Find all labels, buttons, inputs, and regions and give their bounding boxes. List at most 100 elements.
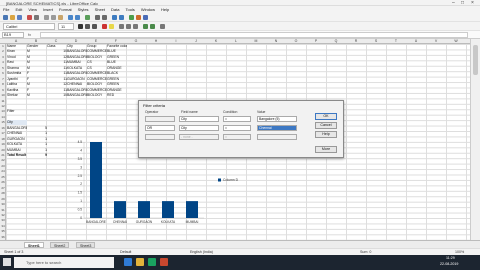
chart-bar — [90, 142, 102, 218]
value-select-1[interactable]: Bangalore (5) — [257, 116, 297, 122]
underline-icon[interactable] — [92, 24, 97, 29]
x-tick-label: CHENNAI — [113, 220, 127, 224]
font-size-select[interactable]: 11 — [58, 23, 74, 30]
dialog-title: Filter criteria — [143, 103, 166, 108]
percent-icon[interactable] — [150, 24, 155, 29]
windows-start-icon[interactable] — [3, 258, 11, 266]
standard-toolbar — [0, 13, 480, 22]
task-view-icon[interactable] — [124, 258, 132, 266]
bold-icon[interactable] — [78, 24, 83, 29]
condition-header: Condition — [223, 110, 238, 114]
column-icon[interactable] — [102, 15, 107, 20]
cancel-button[interactable]: Cancel — [315, 122, 337, 129]
y-tick-label: 4.5 — [78, 140, 83, 144]
menu-window[interactable]: Window — [138, 6, 158, 13]
open-icon[interactable] — [10, 15, 15, 20]
x-tick-label: GURGAON — [136, 220, 153, 224]
name-box[interactable]: B19 — [2, 32, 24, 38]
clock-time: 11:29 — [446, 256, 455, 260]
operator-select-2[interactable]: OR — [145, 125, 175, 131]
autofilter-icon[interactable] — [119, 15, 124, 20]
chart-bar — [186, 201, 198, 218]
menu-tools[interactable]: Tools — [122, 6, 137, 13]
value-select-2[interactable]: Chennai — [257, 125, 297, 131]
formula-input[interactable] — [40, 32, 468, 38]
formatting-toolbar: Calibri 11 — [0, 22, 480, 31]
align-left-icon[interactable] — [119, 24, 124, 29]
operator-header: Operator — [145, 110, 159, 114]
operator-select-1 — [145, 116, 175, 122]
menu-insert[interactable]: Insert — [40, 6, 56, 13]
new-icon[interactable] — [3, 15, 8, 20]
align-center-icon[interactable] — [126, 24, 131, 29]
chart-bar — [138, 201, 150, 218]
operator-select-3 — [145, 134, 175, 140]
vertical-scrollbar[interactable] — [470, 39, 480, 240]
font-name-select[interactable]: Calibri — [3, 23, 55, 30]
condition-select-2[interactable]: = — [223, 125, 251, 131]
menu-help[interactable]: Help — [158, 6, 172, 13]
image-icon[interactable] — [129, 15, 134, 20]
taskbar-search[interactable]: Type here to search — [14, 257, 114, 268]
condition-select-3: = — [223, 134, 251, 140]
menu-view[interactable]: View — [25, 6, 40, 13]
browser-icon[interactable] — [160, 258, 168, 266]
chart-bar — [114, 201, 126, 218]
y-tick-label: 1.5 — [78, 191, 83, 195]
field-select-3: - none - — [179, 134, 219, 140]
sort-icon[interactable] — [112, 15, 117, 20]
y-tick-label: 2.5 — [78, 174, 83, 178]
print-icon[interactable] — [34, 15, 39, 20]
menu-file[interactable]: File — [0, 6, 12, 13]
pivot-table-icon[interactable] — [143, 15, 148, 20]
value-header: Value — [257, 110, 266, 114]
y-tick-label: 0 — [80, 216, 82, 220]
paste-icon[interactable] — [58, 15, 63, 20]
highlight-icon[interactable] — [109, 24, 114, 29]
row-icon[interactable] — [95, 15, 100, 20]
menu-styles[interactable]: Styles — [75, 6, 92, 13]
y-tick-label: 3 — [80, 165, 82, 169]
y-tick-label: 0.5 — [78, 208, 83, 212]
x-tick-label: KOLKATA — [161, 220, 176, 224]
cut-icon[interactable] — [44, 15, 49, 20]
italic-icon[interactable] — [85, 24, 90, 29]
file-explorer-icon[interactable] — [136, 258, 144, 266]
clock-date: 22-08-2019 — [440, 262, 459, 266]
menu-sheet[interactable]: Sheet — [92, 6, 108, 13]
borders-icon[interactable] — [160, 24, 165, 29]
windows-taskbar: Type here to search 11:29 22-08-2019 — [0, 255, 480, 270]
copy-icon[interactable] — [51, 15, 56, 20]
currency-icon[interactable] — [143, 24, 148, 29]
calc-app-icon[interactable] — [148, 258, 156, 266]
ok-button[interactable]: OK — [315, 113, 337, 120]
undo-icon[interactable] — [68, 15, 73, 20]
y-tick-label: 1 — [80, 199, 82, 203]
condition-select-1[interactable]: = — [223, 116, 251, 122]
chart-bar — [162, 201, 174, 218]
menu-data[interactable]: Data — [108, 6, 122, 13]
function-wizard-icon[interactable]: fx — [28, 32, 31, 37]
find-icon[interactable] — [85, 15, 90, 20]
chart-icon[interactable] — [136, 15, 141, 20]
standard-filter-dialog: Filter criteria Operator Field name Cond… — [138, 100, 344, 158]
more-options-button[interactable]: More — [315, 146, 337, 153]
redo-icon[interactable] — [75, 15, 80, 20]
value-select-3 — [257, 134, 297, 140]
align-right-icon[interactable] — [133, 24, 138, 29]
scroll-thumb[interactable] — [473, 45, 478, 75]
menu-format[interactable]: Format — [56, 6, 75, 13]
font-color-icon[interactable] — [102, 24, 107, 29]
save-icon[interactable] — [17, 15, 22, 20]
export-pdf-icon[interactable] — [27, 15, 32, 20]
y-tick-label: 3.5 — [78, 157, 83, 161]
sheet-tab-bar: Sheet1 Sheet2 Sheet3 — [0, 240, 480, 248]
field-select-2[interactable]: City — [179, 125, 219, 131]
field-select-1[interactable]: City — [179, 116, 219, 122]
formula-bar: B19 fx — [0, 31, 480, 39]
menu-bar: File Edit View Insert Format Styles Sheet Data T… — [0, 6, 480, 13]
y-tick-label: 4 — [80, 148, 82, 152]
x-tick-label: MUMBAI — [186, 220, 199, 224]
help-button[interactable]: Help — [315, 131, 337, 138]
menu-edit[interactable]: Edit — [12, 6, 25, 13]
